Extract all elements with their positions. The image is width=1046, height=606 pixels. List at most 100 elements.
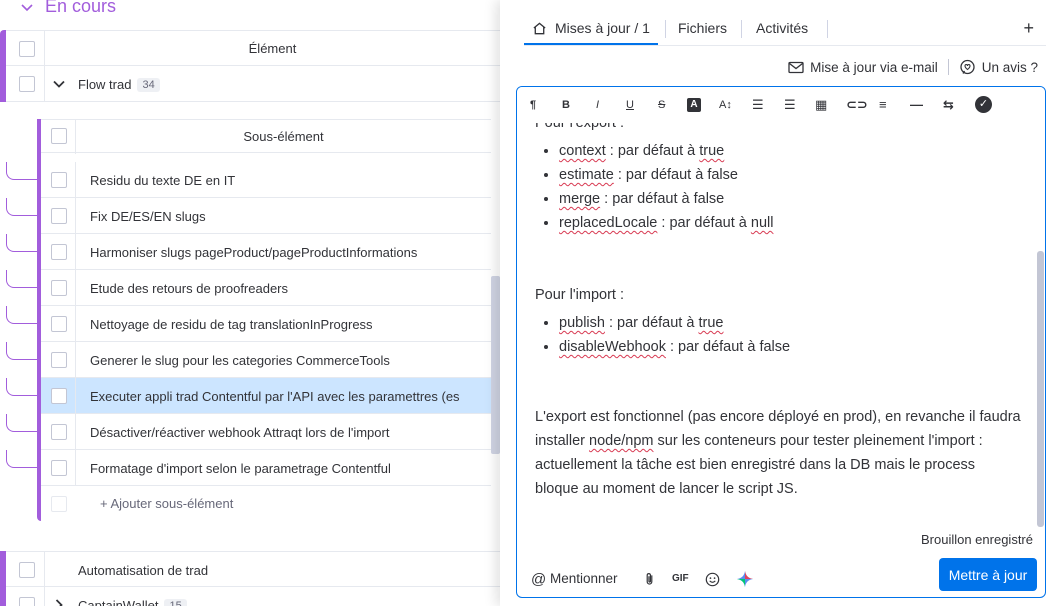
subitem-name[interactable]: Formatage d'import selon le parametrage …: [90, 461, 491, 476]
email-update-link[interactable]: Mise à jour via e-mail: [810, 60, 938, 75]
divider-icon[interactable]: —: [910, 98, 923, 112]
select-all-checkbox[interactable]: [19, 41, 35, 57]
editor-scrollbar[interactable]: [1037, 251, 1044, 527]
item-name[interactable]: CaptainWallet 15: [78, 598, 187, 606]
subitem-checkbox[interactable]: [51, 172, 67, 188]
subitem-name[interactable]: Generer le slug pour les categories Comm…: [90, 353, 491, 368]
subitem-checkbox[interactable]: [51, 388, 67, 404]
subitem-row[interactable]: Fix DE/ES/EN slugs: [41, 198, 491, 234]
tab-activities[interactable]: Activités: [756, 20, 808, 36]
text-color-icon[interactable]: A: [687, 98, 701, 112]
subitem-name[interactable]: Residu du texte DE en IT: [90, 173, 491, 188]
add-subitem-row[interactable]: + Ajouter sous-élément: [41, 487, 491, 521]
item-name[interactable]: Automatisation de trad: [78, 563, 208, 578]
strikethrough-icon[interactable]: S: [658, 98, 665, 112]
subitem-row[interactable]: Residu du texte DE en IT: [41, 162, 491, 198]
main-header-row: Élément: [6, 30, 500, 67]
checklist-icon[interactable]: ✓: [975, 96, 992, 113]
paperclip-icon[interactable]: [644, 571, 655, 587]
text-size-icon[interactable]: A↕: [719, 98, 732, 112]
subitem-count-badge: 15: [164, 599, 187, 606]
item-row-flow-trad[interactable]: Flow trad 34: [6, 66, 500, 102]
list-item: disableWebhook : par défaut à false: [559, 335, 1021, 359]
select-all-subitems-checkbox[interactable]: [51, 128, 67, 144]
submit-update-button[interactable]: Mettre à jour: [939, 558, 1037, 591]
italic-icon[interactable]: I: [596, 98, 599, 112]
home-icon: [533, 22, 546, 35]
subitem-row[interactable]: Nettoyage de residu de tag translationIn…: [41, 306, 491, 342]
subitem-name[interactable]: Executer appli trad Contentful par l'API…: [90, 389, 491, 404]
subitem-checkbox[interactable]: [51, 352, 67, 368]
subitem-row[interactable]: Harmoniser slugs pageProduct/pageProduct…: [41, 234, 491, 270]
item-row-automatisation[interactable]: Automatisation de trad: [6, 551, 500, 588]
table-icon[interactable]: ▦: [815, 98, 827, 112]
subitem-checkbox[interactable]: [51, 424, 67, 440]
tab-updates[interactable]: Mises à jour / 1: [555, 20, 650, 36]
add-subitem-checkbox: [51, 496, 67, 512]
underline-icon[interactable]: U: [626, 98, 634, 112]
subitem-name[interactable]: Harmoniser slugs pageProduct/pageProduct…: [90, 245, 491, 260]
feedback-link[interactable]: Un avis ?: [982, 60, 1038, 75]
emoji-icon[interactable]: [705, 572, 720, 587]
chevron-down-icon[interactable]: [20, 0, 34, 14]
gif-button[interactable]: GIF: [672, 573, 689, 584]
list-item: context : par défaut à true: [559, 139, 1021, 163]
scrollbar-thumb[interactable]: [491, 276, 500, 454]
column-header-subitem[interactable]: Sous-élément: [76, 129, 491, 144]
import-list: publish : par défaut à truedisableWebhoo…: [559, 311, 1021, 359]
editor-toolbar: ¶ B I U S A A↕ ☰ ☰ ▦ ⊂⊃ ≡ — ⇆ ✓: [517, 87, 1045, 123]
subitem-connector: [6, 378, 37, 396]
subitem-connector: [6, 270, 37, 288]
subitem-name[interactable]: Nettoyage de residu de tag translationIn…: [90, 317, 491, 332]
subitem-connector: [6, 342, 37, 360]
bold-icon[interactable]: B: [562, 98, 570, 112]
bullet-list-icon[interactable]: ☰: [784, 98, 796, 112]
subitem-row[interactable]: Generer le slug pour les categories Comm…: [41, 342, 491, 378]
list-item: estimate : par défaut à false: [559, 163, 1021, 187]
row-checkbox[interactable]: [19, 597, 35, 606]
item-row-captainwallet[interactable]: CaptainWallet 15: [6, 587, 500, 606]
row-checkbox[interactable]: [19, 562, 35, 578]
direction-icon[interactable]: ⇆: [943, 98, 954, 112]
subitem-name[interactable]: Désactiver/réactiver webhook Attraqt lor…: [90, 425, 491, 440]
subitem-connector: [6, 234, 37, 252]
subitem-row[interactable]: Formatage d'import selon le parametrage …: [41, 450, 491, 486]
export-list: context : par défaut à trueestimate : pa…: [559, 139, 1021, 235]
chevron-down-icon[interactable]: [53, 78, 65, 90]
panel-tabs: Mises à jour / 1 Fichiers Activités +: [500, 0, 1046, 48]
row-checkbox[interactable]: [19, 76, 35, 92]
mention-button[interactable]: @ Mentionner: [531, 571, 618, 588]
subitem-checkbox[interactable]: [51, 460, 67, 476]
subitem-row[interactable]: Etude des retours de proofreaders: [41, 270, 491, 306]
subitem-checkbox[interactable]: [51, 280, 67, 296]
chevron-right-icon[interactable]: [53, 599, 65, 606]
subitem-name[interactable]: Etude des retours de proofreaders: [90, 281, 491, 296]
update-editor[interactable]: ¶ B I U S A A↕ ☰ ☰ ▦ ⊂⊃ ≡ — ⇆ ✓ Pour l'e…: [516, 86, 1046, 598]
item-name[interactable]: Flow trad 34: [78, 77, 160, 92]
feedback-icon: [960, 59, 975, 74]
subitem-count-badge: 34: [137, 78, 160, 92]
subitem-name[interactable]: Fix DE/ES/EN slugs: [90, 209, 491, 224]
align-icon[interactable]: ≡: [879, 98, 887, 112]
ai-sparkle-icon[interactable]: [736, 570, 754, 588]
tab-files[interactable]: Fichiers: [678, 20, 727, 36]
editor-content[interactable]: Pour l'export : context : par défaut à t…: [535, 111, 1021, 501]
subitem-connector: [6, 162, 37, 180]
group-title[interactable]: En cours: [45, 0, 116, 17]
subitem-checkbox[interactable]: [51, 244, 67, 260]
subitem-checkbox[interactable]: [51, 316, 67, 332]
subitem-row[interactable]: Désactiver/réactiver webhook Attraqt lor…: [41, 414, 491, 450]
add-view-button[interactable]: +: [1023, 18, 1034, 39]
subitem-checkbox[interactable]: [51, 208, 67, 224]
paragraph-icon[interactable]: ¶: [530, 98, 536, 112]
panel-actions: Mise à jour via e-mail Un avis ?: [788, 57, 1038, 77]
subitem-row[interactable]: Executer appli trad Contentful par l'API…: [41, 378, 491, 414]
list-item: publish : par défaut à true: [559, 311, 1021, 335]
numbered-list-icon[interactable]: ☰: [752, 98, 764, 112]
column-header-element[interactable]: Élément: [45, 41, 500, 56]
add-subitem-label[interactable]: + Ajouter sous-élément: [100, 496, 233, 511]
update-paragraph: L'export est fonctionnel (pas encore dép…: [535, 409, 1021, 497]
link-icon[interactable]: ⊂⊃: [846, 98, 868, 112]
active-tab-indicator: [524, 43, 658, 45]
subitem-connector: [6, 414, 37, 432]
